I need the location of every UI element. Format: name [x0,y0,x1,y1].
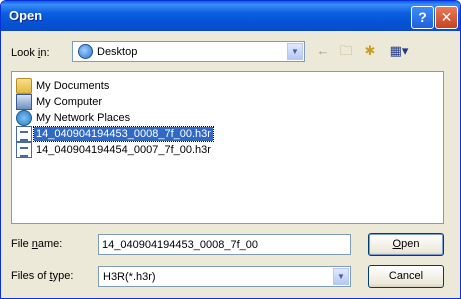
look-in-value: Desktop [97,46,138,58]
list-item-label: My Computer [36,96,103,108]
desktop-icon [78,44,93,59]
files-of-type-label: Files of type: [11,270,73,282]
close-button[interactable]: ✕ [435,6,458,29]
files-of-type-label-suffix: ype: [52,270,74,282]
file-icon [16,142,32,158]
help-button[interactable]: ? [411,6,434,29]
look-in-label-suffix: n: [40,47,50,59]
look-in-dropdown[interactable]: Desktop ▼ [72,41,305,62]
file-name-input[interactable] [98,234,351,255]
look-in-label-prefix: Look [11,47,38,59]
files-of-type-value: H3R(*.h3r) [103,271,156,283]
list-item-label: My Documents [36,80,110,92]
files-of-type-dropdown[interactable]: H3R(*.h3r) ▼ [98,266,351,287]
list-item-label: My Network Places [36,112,131,124]
folder-icon [16,78,32,94]
open-button-accel: O [392,238,402,250]
open-button-label: pen [401,238,420,250]
cancel-button[interactable]: Cancel [368,265,444,288]
list-item-label: 14_040904194454_0007_7f_00.h3r [36,144,211,156]
chevron-down-icon[interactable]: ▼ [287,43,303,60]
network-places-icon [16,110,32,126]
file-name-label-suffix: ame: [37,238,63,250]
file-list[interactable]: My Documents My Computer My Network Plac… [11,71,444,224]
new-folder-icon[interactable]: ✱ [360,41,380,61]
views-menu-icon[interactable]: ▦▾ [389,41,409,61]
file-icon [16,126,32,142]
list-item-label: 14_040904194453_0008_7f_00.h3r [33,126,214,142]
open-button[interactable]: Open [368,233,444,256]
look-in-label: Look in: [11,47,50,59]
chevron-down-icon[interactable]: ▼ [333,268,349,285]
files-of-type-label-prefix: Files of [11,270,50,282]
dialog-title: Open [9,8,43,23]
up-folder-icon[interactable]: 🗀 [336,41,356,61]
title-bar[interactable]: Open ? ✕ [1,1,460,31]
computer-icon [16,94,32,110]
back-icon[interactable]: ← [313,41,333,61]
file-name-label: File name: [11,238,62,250]
file-name-label-prefix: File [11,238,32,250]
open-dialog: Open ? ✕ Look in: Desktop ▼ ← 🗀 ✱ ▦▾ My … [0,0,461,299]
